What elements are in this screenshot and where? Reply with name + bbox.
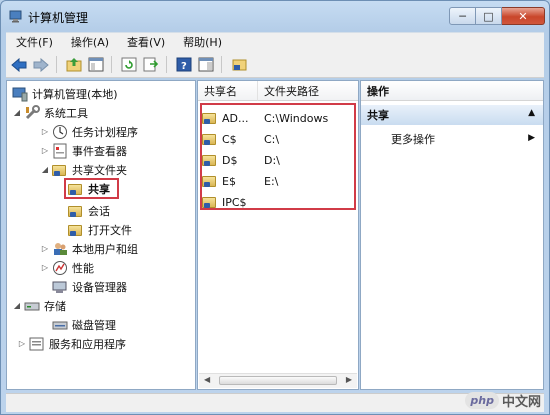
expanded-triangle-icon[interactable]: ◢ [12,301,22,310]
scroll-left-icon[interactable]: ◀ [204,375,210,384]
scroll-right-icon[interactable]: ▶ [346,375,352,384]
tree-item-performance[interactable]: ▷ 性能 [40,258,94,277]
tree-item-disk-management[interactable]: 磁盘管理 [52,315,116,334]
tree-label: 磁盘管理 [72,318,116,332]
tree-label: 共享文件夹 [72,163,127,177]
menu-view[interactable]: 查看(V) [117,34,173,52]
tree-label: 计算机管理(本地) [32,87,118,101]
expanded-triangle-icon[interactable]: ◢ [40,165,50,174]
computer-icon [12,86,28,102]
tree-item-event-viewer[interactable]: ▷ 事件查看器 [40,141,127,160]
shared-folder-icon [52,162,68,178]
open-files-folder-icon [68,222,84,238]
storage-icon [24,298,40,314]
column-header-folder-path[interactable]: 文件夹路径 [258,81,358,101]
title-bar[interactable]: 计算机管理 ─ □ ✕ [1,1,549,31]
tree-label: 服务和应用程序 [49,337,126,351]
device-manager-icon [52,279,68,295]
share-folder-icon[interactable] [230,56,248,74]
tree-item-local-users[interactable]: ▷ 本地用户和组 [40,239,138,258]
console-tree: 计算机管理(本地) ◢ 系统工具 ▷ 任务计划程序 ▷ 事件查看器 ◢ 共享文件… [6,80,196,390]
expanded-triangle-icon[interactable]: ◢ [12,108,22,117]
refresh-icon[interactable] [120,56,138,74]
export-icon[interactable] [142,56,160,74]
scrollbar-thumb[interactable] [219,376,337,385]
forward-arrow-icon[interactable] [32,56,50,74]
section-label: 共享 [367,109,389,122]
shares-list: 共享名 文件夹路径 AD... C:\Windows C$ C:\ D$ D:\… [197,80,359,390]
status-bar [6,393,544,412]
close-button[interactable]: ✕ [502,7,545,25]
more-actions-label: 更多操作 [391,133,435,146]
help-icon[interactable]: ? [175,56,193,74]
actions-section-shares[interactable]: 共享 ▲ [361,105,543,125]
watermark-logo: php [465,392,499,409]
tree-item-open-files[interactable]: 打开文件 [68,220,132,239]
tree-item-storage[interactable]: ◢ 存储 [12,296,66,315]
tree-label: 设备管理器 [72,280,127,294]
back-arrow-icon[interactable] [10,56,28,74]
tree-label: 存储 [44,299,66,313]
watermark: php 中文网 [465,391,541,410]
tree-item-shared-folders[interactable]: ◢ 共享文件夹 [40,160,127,179]
console-tree-icon[interactable] [87,56,105,74]
sessions-folder-icon [68,203,84,219]
toolbar: ? [6,52,544,78]
up-folder-icon[interactable] [65,56,83,74]
tree-item-services-apps[interactable]: ▷ 服务和应用程序 [17,334,126,353]
tree-item-device-manager[interactable]: 设备管理器 [52,277,127,296]
menu-bar: 文件(F) 操作(A) 查看(V) 帮助(H) [6,32,544,53]
tree-item-root[interactable]: 计算机管理(本地) [12,84,118,103]
collapsed-triangle-icon[interactable]: ▷ [40,127,50,136]
tree-label: 任务计划程序 [72,125,138,139]
toolbar-separator [56,56,57,73]
maximize-button[interactable]: □ [476,7,502,25]
horizontal-scrollbar[interactable]: ◀ ▶ [199,373,357,388]
highlight-box-shares-list [200,103,356,210]
menu-action[interactable]: 操作(A) [61,34,117,52]
submenu-arrow-icon: ▶ [528,133,535,143]
actions-pane: 操作 共享 ▲ 更多操作 ▶ [360,80,544,390]
toolbar-separator [111,56,112,73]
tools-icon [24,104,40,121]
more-actions-item[interactable]: 更多操作 ▶ [361,129,543,149]
window-title: 计算机管理 [28,11,89,25]
tree-label: 事件查看器 [72,144,127,158]
toolbar-separator [221,56,222,73]
actions-header: 操作 [361,81,543,101]
collapse-up-icon[interactable]: ▲ [528,108,535,118]
watermark-text: 中文网 [501,395,541,410]
clock-icon [52,124,68,140]
disk-management-icon [52,317,68,333]
tree-item-sessions[interactable]: 会话 [68,201,110,220]
collapsed-triangle-icon[interactable]: ▷ [40,263,50,272]
svg-text:?: ? [181,61,187,72]
minimize-button[interactable]: ─ [449,7,476,25]
tree-label: 系统工具 [44,106,88,120]
computer-management-icon [9,10,22,23]
show-hide-icon[interactable] [197,56,215,74]
tree-label: 性能 [72,261,94,275]
tree-item-task-scheduler[interactable]: ▷ 任务计划程序 [40,122,138,141]
menu-file[interactable]: 文件(F) [6,34,61,52]
highlight-box-shares [64,178,119,199]
window: 计算机管理 ─ □ ✕ 文件(F) 操作(A) 查看(V) 帮助(H) ? 计算… [0,0,550,415]
collapsed-triangle-icon[interactable]: ▷ [40,244,50,253]
performance-icon [52,260,68,276]
tree-label: 会话 [88,204,110,218]
tree-item-system-tools[interactable]: ◢ 系统工具 [12,103,88,122]
tree-label: 本地用户和组 [72,242,138,256]
toolbar-separator [166,56,167,73]
users-icon [52,241,68,257]
tree-label: 打开文件 [88,223,132,237]
services-icon [29,336,45,352]
column-header-share-name[interactable]: 共享名 [198,81,258,101]
collapsed-triangle-icon[interactable]: ▷ [17,339,27,348]
collapsed-triangle-icon[interactable]: ▷ [40,146,50,155]
menu-help[interactable]: 帮助(H) [173,34,230,52]
event-viewer-icon [52,143,68,159]
